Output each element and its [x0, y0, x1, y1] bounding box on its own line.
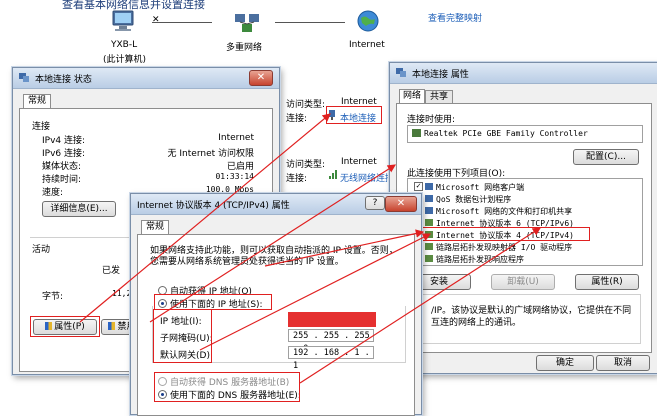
arrow-to-gateway [199, 233, 432, 351]
annotation-arrows [79, 113, 542, 384]
arrow-to-properties-dialog [149, 164, 397, 323]
arrow-to-local-connection [79, 113, 331, 323]
